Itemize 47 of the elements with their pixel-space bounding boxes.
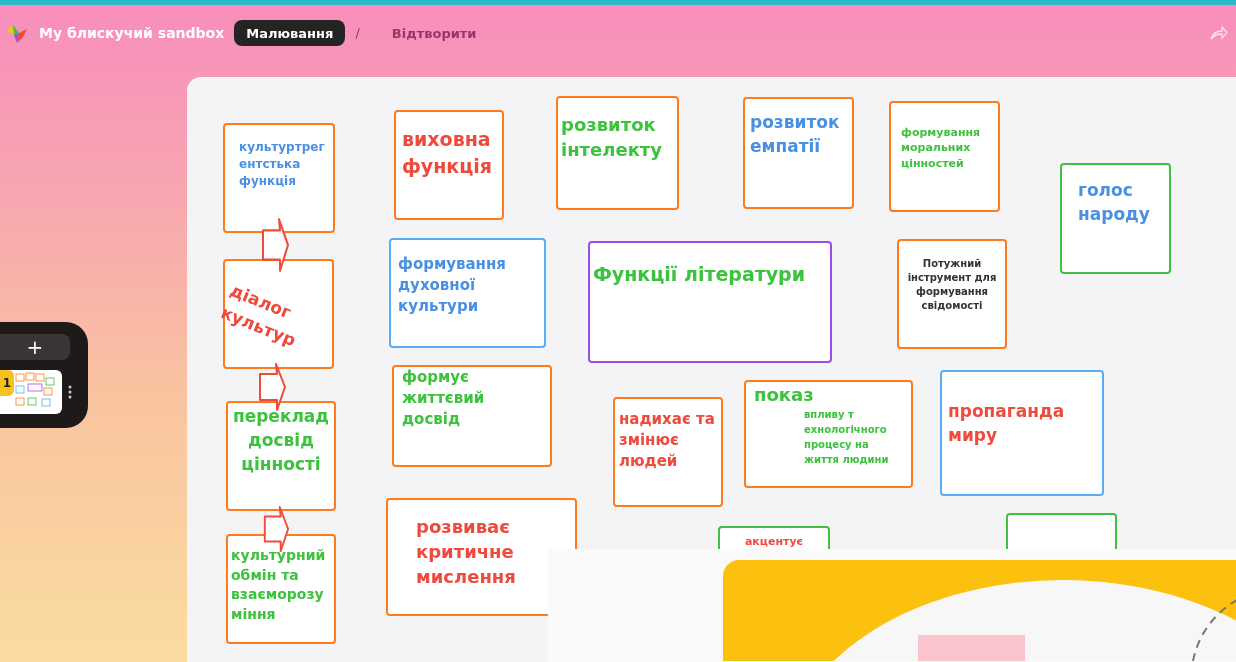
paper-crane-logo-icon <box>5 23 29 45</box>
breadcrumb-separator: / <box>355 24 360 42</box>
note-text: переклад досвід цінності <box>231 405 331 476</box>
mode-tab[interactable]: Малювання <box>234 20 346 46</box>
note-text: культуртрегентстька функція <box>239 139 326 190</box>
sandbox-title: My блискучий sandbox <box>39 24 225 43</box>
connector-arrow <box>257 362 287 412</box>
note-text: формування моральних цінностей <box>901 125 982 172</box>
sticky-note[interactable]: показ впливу т ехнологічного процесу на життя людини <box>744 380 913 488</box>
sticky-note[interactable]: голос народу <box>1060 163 1171 274</box>
note-text: розвиває критичне мислення <box>416 515 517 590</box>
sticky-note[interactable]: надихає та змінює людей <box>613 397 723 507</box>
note-text: впливу т ехнологічного процесу на життя людини <box>804 408 890 468</box>
connector-arrow <box>260 217 290 273</box>
note-title: показ <box>754 383 814 407</box>
share-arrow-icon[interactable] <box>1210 26 1228 40</box>
note-text: Потужний інструмент для формування свідомості <box>906 257 998 313</box>
board-preview-drawing <box>14 372 58 408</box>
note-text: голос народу <box>1078 179 1151 226</box>
note-text: Функції літератури <box>593 262 806 287</box>
note-text: культурний обмін та взаєморозуміння <box>231 546 327 624</box>
note-text: надихає та змінює людей <box>619 409 716 472</box>
note-text: акцентує <box>744 534 804 550</box>
sticky-note[interactable]: культурний обмін та взаєморозуміння <box>226 534 336 644</box>
note-text: формування духовної культури <box>398 254 507 317</box>
sticky-note[interactable]: Функції літератури <box>588 241 832 363</box>
note-text: виховна функція <box>402 127 494 179</box>
sticky-note[interactable]: переклад досвід цінності <box>226 401 336 511</box>
sticky-note[interactable]: культуртрегентстька функція <box>223 123 335 233</box>
note-text: пропаганда миру <box>948 400 1066 447</box>
mode-tab[interactable]: Відтворити <box>379 20 489 46</box>
more-options-icon[interactable] <box>68 385 72 399</box>
sticky-note[interactable]: виховна функція <box>394 110 504 220</box>
sticky-note[interactable]: розвиток інтелекту <box>556 96 679 210</box>
sticky-note[interactable]: пропаганда миру <box>940 370 1104 496</box>
note-text: розвиток емпатії <box>750 111 841 158</box>
sticky-note[interactable]: формування духовної культури <box>389 238 546 348</box>
add-slide-button[interactable]: + <box>0 334 70 360</box>
sticky-note[interactable]: Потужний інструмент для формування свідомості <box>897 239 1007 349</box>
slide-thumbnail[interactable]: 1 <box>0 370 62 414</box>
sticky-note[interactable]: формування моральних цінностей <box>889 101 1000 212</box>
sticky-note[interactable]: розвиток емпатії <box>743 97 854 209</box>
sticky-note[interactable]: розвиває критичне мислення <box>386 498 577 616</box>
note-text: розвиток інтелекту <box>561 113 664 163</box>
sticky-note[interactable]: формує життєвий досвід <box>392 365 552 467</box>
slide-number: 1 <box>0 370 14 396</box>
note-text: формує життєвий досвід <box>402 367 486 430</box>
